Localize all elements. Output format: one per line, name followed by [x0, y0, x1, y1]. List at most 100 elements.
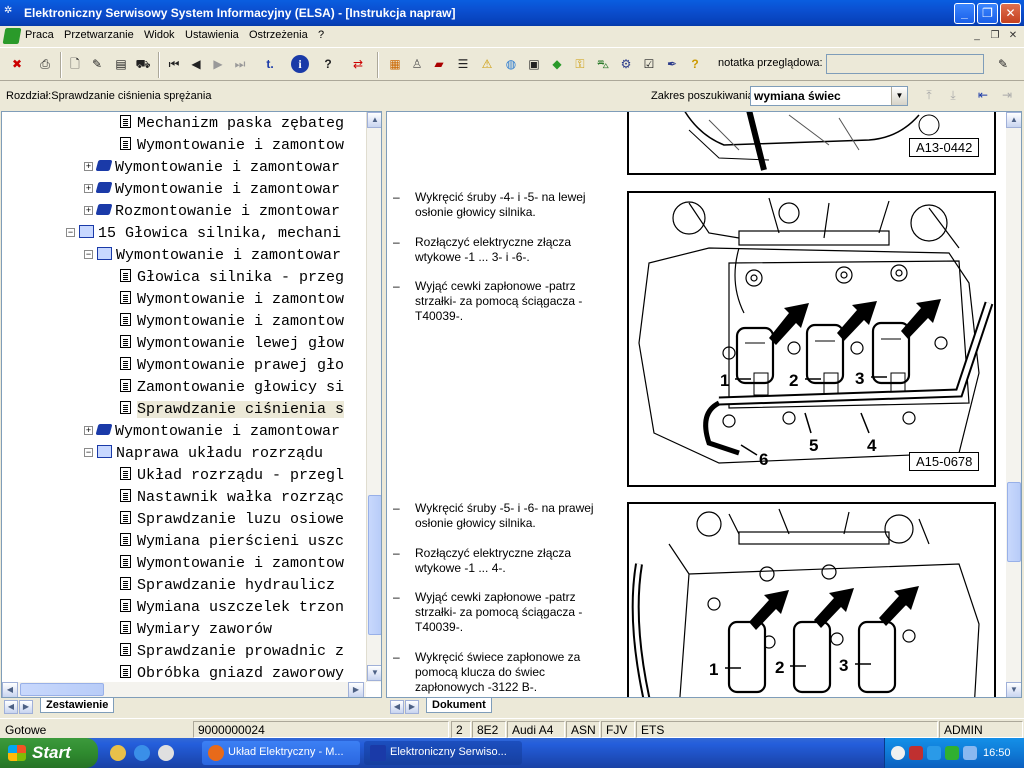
close-button[interactable]: ✕: [1000, 3, 1021, 24]
tree-item[interactable]: Zamontowanie głowicy si: [120, 377, 344, 399]
last-page-icon[interactable]: ⏭: [229, 53, 251, 75]
exit-icon[interactable]: ✖: [6, 53, 28, 75]
print-icon[interactable]: ⎙: [34, 53, 56, 75]
maximize-button[interactable]: ❐: [977, 3, 998, 24]
tree-item[interactable]: Wymontowanie i zamontow: [120, 135, 344, 157]
scroll-down-icon[interactable]: ▼: [367, 665, 381, 681]
tree-item[interactable]: Wymiana pierścieni uszc: [120, 531, 344, 553]
expand-icon[interactable]: +: [84, 162, 93, 171]
tray-app-icon[interactable]: [909, 746, 923, 760]
manual-icon[interactable]: ▰: [428, 53, 450, 75]
tree-item[interactable]: Wymontowanie i zamontow: [120, 553, 344, 575]
tree-item[interactable]: Sprawdzanie prowadnic z: [120, 641, 344, 663]
search-prev-icon[interactable]: ⇤: [972, 84, 994, 106]
help-icon[interactable]: ?: [317, 53, 339, 75]
menu-widok[interactable]: Widok: [144, 29, 175, 41]
scroll-up-icon[interactable]: ▲: [367, 112, 381, 128]
scroll-left-icon[interactable]: ◀: [2, 682, 18, 697]
vehicle-icon[interactable]: ⛍: [592, 53, 614, 75]
search-scope-combo[interactable]: wymiana świec ▼: [750, 86, 908, 106]
tab-prev-icon[interactable]: ◀: [390, 700, 404, 714]
tree-item[interactable]: Układ rozrządu - przegl: [120, 465, 344, 487]
minimize-button[interactable]: _: [954, 3, 975, 24]
tree-item[interactable]: Mechanizm paska zębateg: [120, 113, 344, 135]
tab-prev-icon[interactable]: ◀: [4, 700, 18, 714]
chevron-down-icon[interactable]: ▼: [891, 87, 907, 105]
tree-item[interactable]: Wymontowanie i zamontow: [120, 289, 344, 311]
menu-ustawienia[interactable]: Ustawienia: [185, 29, 239, 41]
collapse-icon[interactable]: −: [66, 228, 75, 237]
tray-network-icon[interactable]: [927, 746, 941, 760]
checklist-icon[interactable]: ☑: [638, 53, 660, 75]
search-down-icon[interactable]: ⤓: [942, 84, 964, 106]
scroll-up-icon[interactable]: ▲: [1006, 112, 1021, 128]
mdi-restore-button[interactable]: ❐: [988, 29, 1002, 43]
swap-icon[interactable]: ⇄: [347, 53, 369, 75]
tray-volume-icon[interactable]: [963, 746, 977, 760]
parts-icon[interactable]: ▦: [384, 53, 406, 75]
expand-icon[interactable]: +: [84, 184, 93, 193]
mdi-close-button[interactable]: ✕: [1006, 29, 1020, 43]
notes-icon[interactable]: ▤: [110, 53, 132, 75]
tab-next-icon[interactable]: ▶: [19, 700, 33, 714]
scroll-thumb[interactable]: [368, 495, 381, 635]
tab-zestawienie[interactable]: Zestawienie: [40, 698, 115, 713]
document-vertical-scrollbar[interactable]: ▲ ▼: [1006, 112, 1021, 697]
menu-przetwarzanie[interactable]: Przetwarzanie: [64, 29, 134, 41]
tree-item[interactable]: Wymontowanie i zamontow: [120, 311, 344, 333]
tree-item[interactable]: + Wymontowanie i zamontowar: [84, 179, 340, 201]
scroll-thumb[interactable]: [20, 683, 104, 696]
key-icon[interactable]: ⚿: [569, 53, 591, 75]
up-level-icon[interactable]: t.: [259, 53, 281, 75]
tree-item[interactable]: Wymiary zaworów: [120, 619, 272, 641]
browser-icon[interactable]: [134, 745, 150, 761]
tree-item[interactable]: + Rozmontowanie i zmontowar: [84, 201, 340, 223]
list-icon[interactable]: ☰: [452, 53, 474, 75]
globe-icon[interactable]: ◍: [500, 53, 522, 75]
save-icon[interactable]: ▣: [523, 53, 545, 75]
note-input[interactable]: [826, 54, 984, 74]
task-uklad-elektryczny[interactable]: Układ Elektryczny - M...: [202, 741, 360, 765]
menu-help[interactable]: ?: [318, 29, 324, 41]
prev-page-icon[interactable]: ◀: [185, 53, 207, 75]
note-help-icon[interactable]: ?: [684, 53, 706, 75]
scroll-down-icon[interactable]: ▼: [1006, 682, 1021, 697]
tree-item[interactable]: Sprawdzanie hydraulicz: [120, 575, 335, 597]
tray-play-icon[interactable]: [945, 746, 959, 760]
tree-horizontal-scrollbar[interactable]: ◀ ▶: [2, 682, 366, 697]
warning-icon[interactable]: ⚠: [476, 53, 498, 75]
next-page-icon[interactable]: ▶: [207, 53, 229, 75]
tree-item[interactable]: Sprawdzanie luzu osiowe: [120, 509, 344, 531]
desktop-icon[interactable]: [110, 745, 126, 761]
tree-item[interactable]: Sprawdzanie ciśnienia s: [120, 399, 345, 421]
diagnosis-icon[interactable]: ⚙: [615, 53, 637, 75]
tree-item[interactable]: Głowica silnika - przeg: [120, 267, 344, 289]
info-icon[interactable]: i: [289, 53, 311, 75]
tree-item[interactable]: Wymiana uszczelek trzon: [120, 597, 344, 619]
tree-item[interactable]: − Wymontowanie i zamontowar: [84, 245, 341, 267]
tab-dokument[interactable]: Dokument: [426, 698, 492, 713]
tree-vertical-scrollbar[interactable]: ▲ ▼: [366, 112, 381, 682]
start-button[interactable]: Start: [0, 738, 98, 768]
tree-item[interactable]: Wymontowanie prawej gło: [120, 355, 344, 377]
tree-item[interactable]: + Wymontowanie i zamontowar: [84, 421, 340, 443]
scroll-right-icon[interactable]: ▶: [348, 682, 364, 697]
collapse-icon[interactable]: −: [84, 250, 93, 259]
note-edit-icon[interactable]: ✎: [992, 53, 1014, 75]
expand-icon[interactable]: +: [84, 206, 93, 215]
tray-back-icon[interactable]: [891, 746, 905, 760]
edit-doc-icon[interactable]: ✎: [86, 53, 108, 75]
menu-ostrzezenia[interactable]: Ostrzeżenia: [249, 29, 308, 41]
search-up-icon[interactable]: ⤒: [918, 84, 940, 106]
tree-item[interactable]: − 15 Głowica silnika, mechani: [66, 223, 341, 245]
collapse-icon[interactable]: −: [84, 448, 93, 457]
new-doc-icon[interactable]: 🗋: [64, 53, 86, 75]
menu-praca[interactable]: Praca: [25, 29, 54, 41]
tree-item[interactable]: − Naprawa układu rozrządu: [84, 443, 323, 465]
tree-item[interactable]: + Wymontowanie i zamontowar: [84, 157, 340, 179]
mdi-minimize-button[interactable]: _: [970, 29, 984, 43]
person-icon[interactable]: ♙: [406, 53, 428, 75]
tools-icon[interactable]: ✒: [661, 53, 683, 75]
car-icon[interactable]: ⛟: [132, 53, 154, 75]
tab-next-icon[interactable]: ▶: [405, 700, 419, 714]
